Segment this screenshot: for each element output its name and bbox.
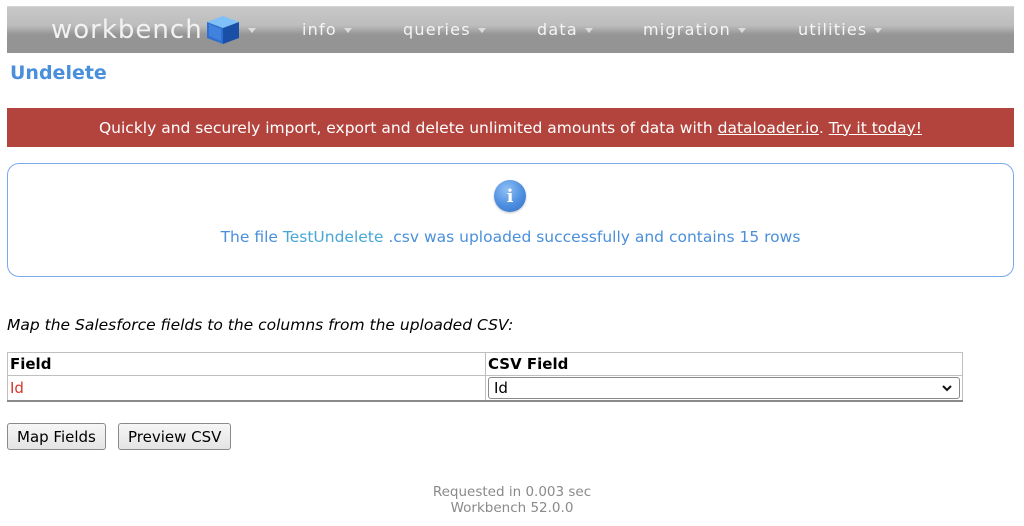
chevron-down-icon (584, 28, 593, 33)
header-field: Field (7, 352, 486, 376)
nav-item-queries[interactable]: queries (403, 17, 486, 43)
chevron-down-icon (874, 28, 883, 33)
banner-separator: . (818, 118, 824, 137)
message-suffix: .csv was uploaded successfully and conta… (383, 228, 801, 246)
csv-field-select[interactable]: Id (488, 376, 960, 399)
csv-field-selected-value: Id (494, 378, 508, 397)
upload-info-box: i The file TestUndelete .csv was uploade… (7, 163, 1014, 277)
dataloader-link[interactable]: dataloader.io (718, 119, 819, 137)
chevron-down-icon (942, 385, 952, 392)
preview-csv-button[interactable]: Preview CSV (118, 423, 232, 450)
nav-item-utilities[interactable]: utilities (798, 17, 883, 43)
workbench-cube-logo-icon (206, 16, 239, 44)
page-title: Undelete (10, 62, 107, 84)
info-icon: i (494, 180, 526, 212)
csv-field-cell: Id (485, 375, 963, 401)
brand-name: workbench (51, 15, 203, 45)
salesforce-field-name: Id (7, 375, 486, 401)
footer-request-time: Requested in 0.003 sec (432, 484, 592, 500)
banner-text: Quickly and securely import, export and … (98, 118, 713, 137)
nav-item-data[interactable]: data (537, 17, 593, 43)
try-it-today-link[interactable]: Try it today! (829, 119, 922, 137)
promo-banner: Quickly and securely import, export and … (7, 108, 1014, 147)
header-csv-field: CSV Field (485, 352, 963, 376)
table-row: Id Id (7, 375, 963, 401)
brand-menu[interactable]: workbench (51, 11, 256, 49)
uploaded-filename: TestUndelete (282, 228, 384, 246)
footer-version: Workbench 52.0.0 (450, 500, 574, 516)
field-mapping-table: Field CSV Field Id Id (7, 352, 963, 402)
nav-item-info[interactable]: info (302, 17, 352, 43)
message-prefix: The file (220, 228, 283, 246)
chevron-down-icon (247, 27, 256, 33)
map-fields-button[interactable]: Map Fields (7, 423, 106, 450)
top-navbar: workbench info queries data migration ut… (7, 6, 1014, 53)
chevron-down-icon (477, 28, 486, 33)
chevron-down-icon (343, 28, 352, 33)
mapping-instructions: Map the Salesforce fields to the columns… (7, 316, 514, 334)
table-header-row: Field CSV Field (7, 352, 963, 376)
upload-status-message: The file TestUndelete .csv was uploaded … (8, 228, 1013, 246)
chevron-down-icon (738, 28, 747, 33)
nav-item-migration[interactable]: migration (643, 17, 747, 43)
